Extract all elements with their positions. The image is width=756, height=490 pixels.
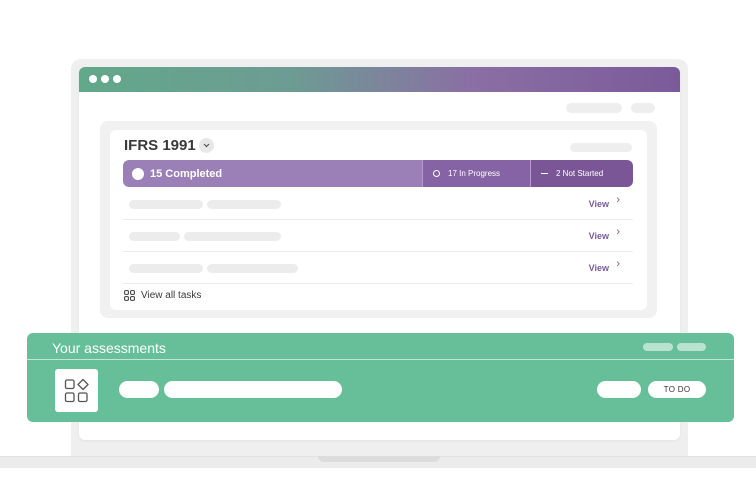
- grid-icon: [124, 290, 135, 301]
- filled-circle-icon: [132, 167, 144, 180]
- chevron-right-icon: ›: [616, 226, 620, 238]
- placeholder-pill: [119, 381, 159, 398]
- title-dropdown-button[interactable]: [199, 138, 214, 153]
- card-title: IFRS 1991: [124, 137, 196, 154]
- stage: IFRS 1991 15 Completed 17 In Progress 2 …: [0, 0, 756, 490]
- status-in-progress-label: 17 In Progress: [448, 169, 501, 178]
- placeholder-pill: [643, 343, 673, 351]
- chevron-right-icon: ›: [616, 194, 620, 206]
- task-row: View ›: [123, 220, 633, 252]
- assessments-title: Your assessments: [52, 340, 166, 356]
- laptop-notch: [318, 456, 440, 462]
- status-not-started[interactable]: 2 Not Started: [530, 160, 633, 187]
- status-progress-bar: 15 Completed 17 In Progress 2 Not Starte…: [123, 160, 633, 187]
- assessment-icon-tile: [55, 369, 98, 412]
- chevron-right-icon: ›: [616, 258, 620, 270]
- status-completed-label: 15 Completed: [150, 167, 223, 180]
- dash-icon: [541, 172, 548, 175]
- task-row: View ›: [123, 252, 633, 284]
- view-link[interactable]: View: [589, 199, 609, 209]
- status-not-started-label: 2 Not Started: [556, 169, 604, 178]
- placeholder-pill: [184, 232, 281, 241]
- placeholder-pill: [566, 103, 622, 113]
- placeholder-pill: [207, 200, 281, 209]
- view-all-tasks-link[interactable]: View all tasks: [124, 290, 201, 301]
- window-dot[interactable]: [113, 75, 121, 83]
- status-completed[interactable]: 15 Completed: [123, 160, 422, 187]
- placeholder-pill: [129, 264, 203, 273]
- browser-titlebar: [79, 67, 680, 92]
- divider: [27, 359, 734, 360]
- placeholder-pill: [164, 381, 342, 398]
- placeholder-pill: [677, 343, 706, 351]
- window-controls: [89, 75, 121, 83]
- view-link[interactable]: View: [589, 231, 609, 241]
- placeholder-pill: [570, 143, 632, 152]
- placeholder-pill: [129, 232, 180, 241]
- view-all-label: View all tasks: [141, 290, 202, 301]
- window-dot[interactable]: [89, 75, 97, 83]
- ring-icon: [433, 170, 440, 177]
- placeholder-pill: [129, 200, 203, 209]
- placeholder-pill: [207, 264, 298, 273]
- view-link[interactable]: View: [589, 263, 609, 273]
- placeholder-pill: [597, 381, 641, 398]
- status-in-progress[interactable]: 17 In Progress: [422, 160, 530, 187]
- chevron-down-icon: [203, 143, 210, 148]
- window-dot[interactable]: [101, 75, 109, 83]
- task-row: View ›: [123, 188, 633, 220]
- shapes-icon: [64, 378, 89, 402]
- status-badge[interactable]: TO DO: [648, 381, 706, 398]
- placeholder-pill: [631, 103, 655, 113]
